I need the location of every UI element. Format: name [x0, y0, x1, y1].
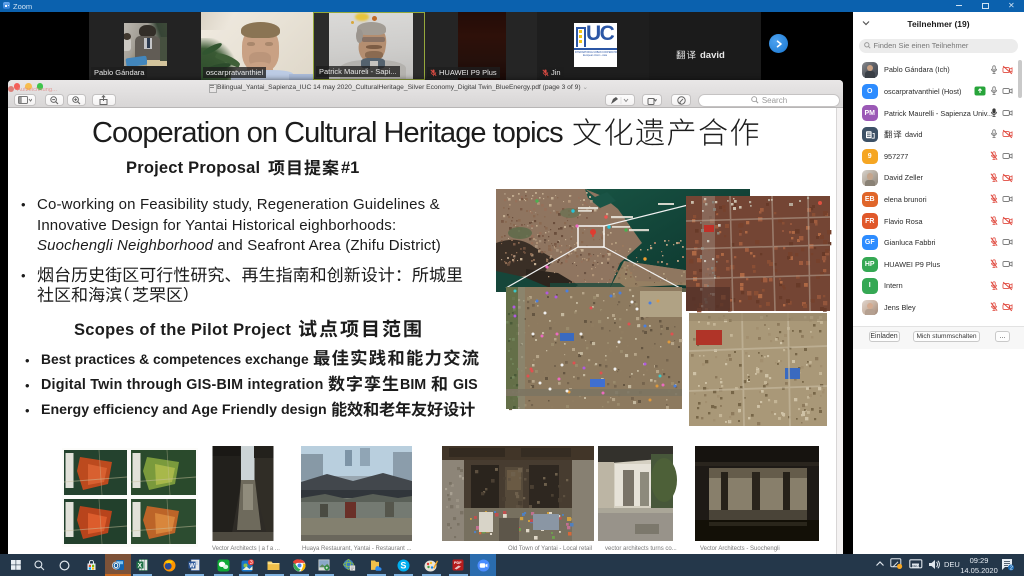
svg-text:X: X — [138, 562, 143, 569]
svg-text:W: W — [189, 563, 195, 569]
svg-text:2: 2 — [1010, 566, 1013, 572]
svg-text:3: 3 — [249, 560, 252, 566]
svg-text:S: S — [400, 560, 406, 570]
svg-text:DEU: DEU — [912, 564, 918, 568]
svg-text:PDF: PDF — [454, 561, 462, 565]
